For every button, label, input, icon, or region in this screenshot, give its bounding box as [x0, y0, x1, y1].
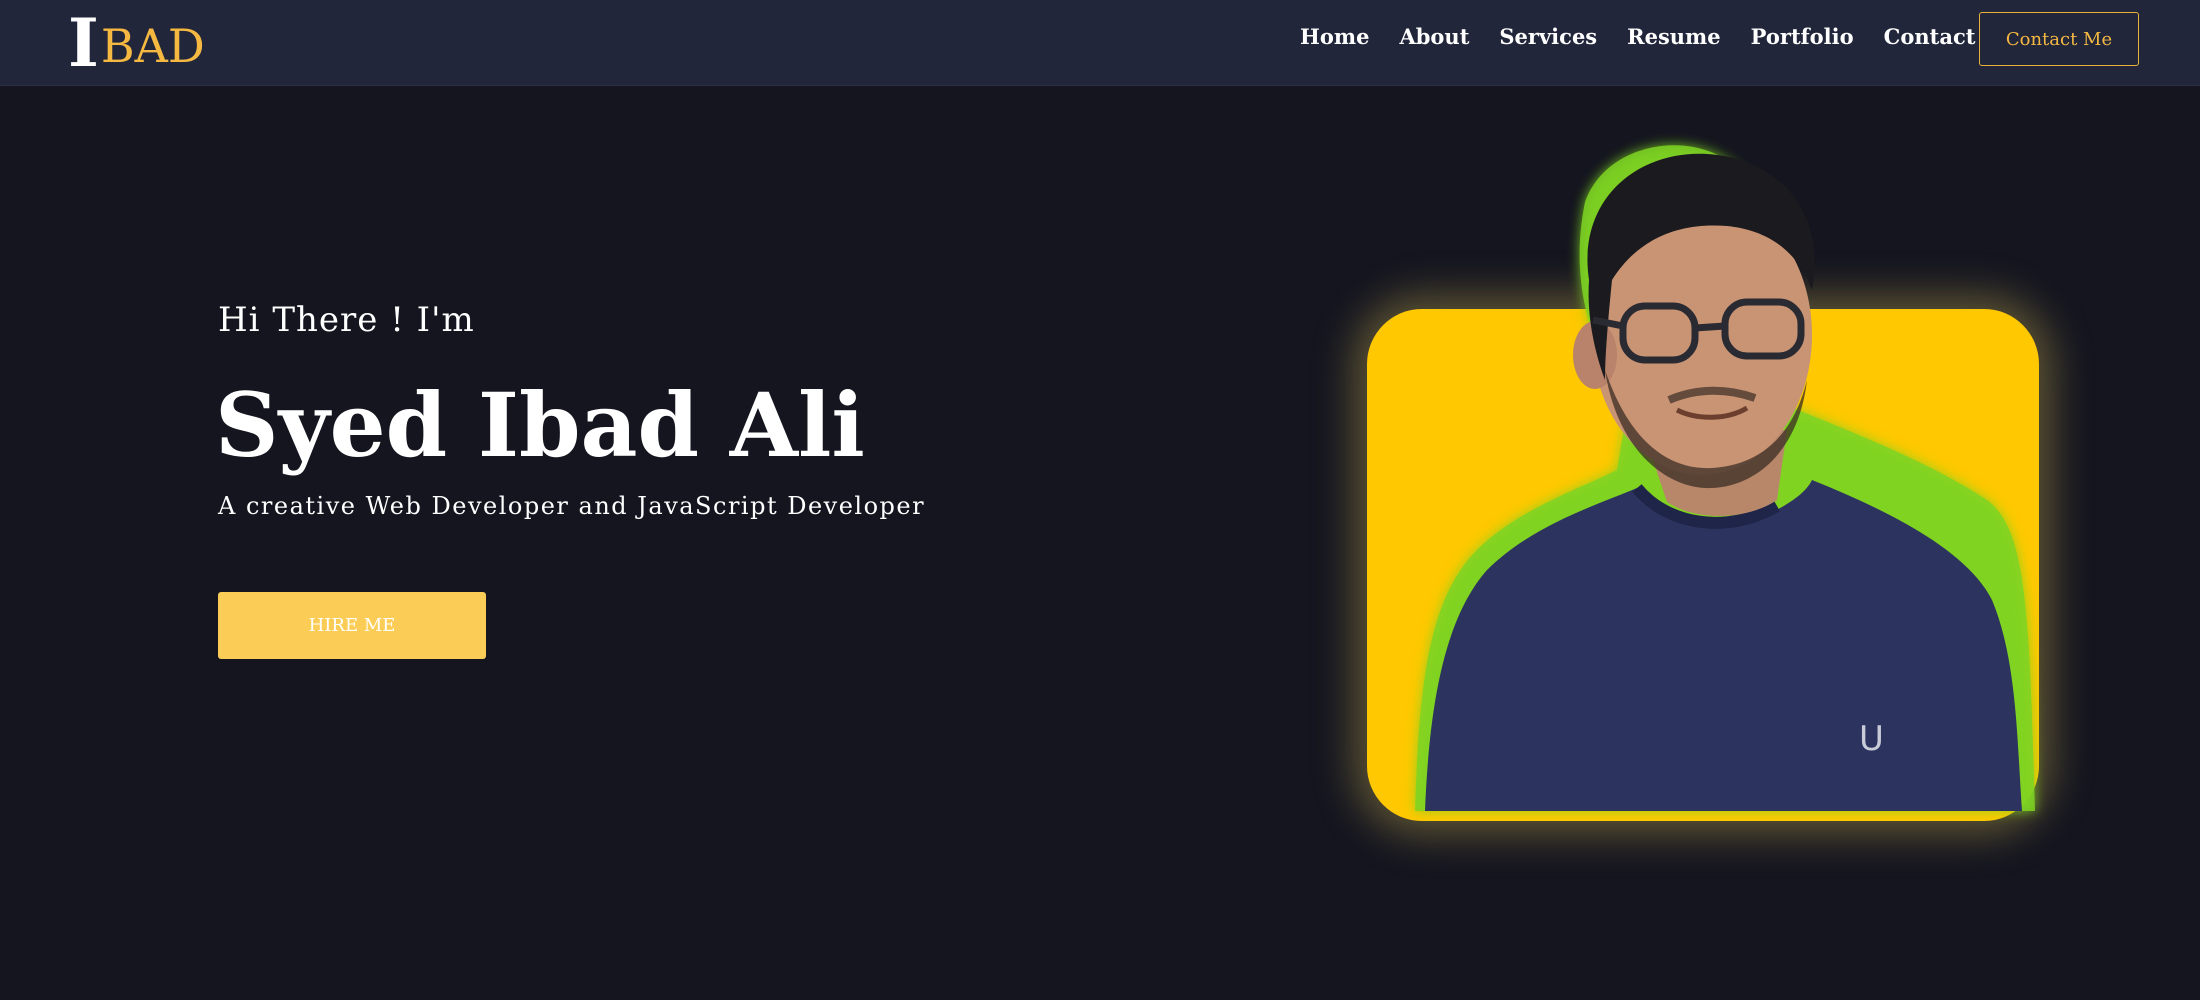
hero-name: Syed Ibad Ali — [215, 373, 865, 477]
profile-photo: U — [1415, 145, 2035, 811]
nav-link-resume[interactable]: Resume — [1627, 22, 1721, 52]
nav-link-contact[interactable]: Contact — [1884, 22, 1976, 52]
logo-text: BAD — [100, 19, 205, 73]
hire-me-button[interactable]: HIRE ME — [218, 592, 486, 659]
svg-text:U: U — [1859, 719, 1884, 759]
logo-initial: I — [68, 4, 99, 82]
hero-tagline: A creative Web Developer and JavaScript … — [218, 492, 926, 520]
nav-link-portfolio[interactable]: Portfolio — [1751, 22, 1854, 52]
nav-link-home[interactable]: Home — [1300, 22, 1369, 52]
navbar: I BAD Home About Services Resume Portfol… — [0, 0, 2200, 86]
nav-link-about[interactable]: About — [1399, 22, 1469, 52]
hero-intro: Hi There ! I'm — [218, 300, 475, 340]
site-logo[interactable]: I BAD — [68, 6, 205, 76]
contact-me-button[interactable]: Contact Me — [1979, 12, 2139, 66]
nav-link-services[interactable]: Services — [1499, 22, 1597, 52]
main-nav: Home About Services Resume Portfolio Con… — [1300, 22, 2005, 52]
